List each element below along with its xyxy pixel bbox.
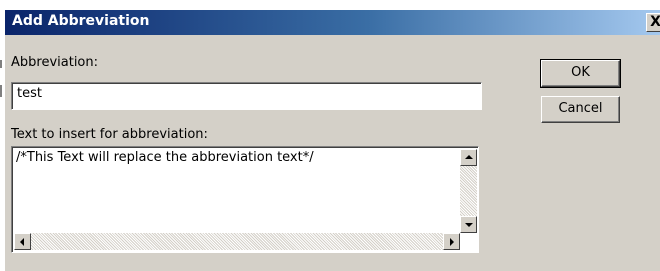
abbreviation-input-value: test xyxy=(17,86,42,101)
background-edge-mark xyxy=(0,85,2,97)
dialog-title: Add Abbreviation xyxy=(12,13,150,29)
scroll-down-button[interactable] xyxy=(460,216,477,233)
title-bar[interactable]: Add Abbreviation X xyxy=(5,10,660,35)
cancel-button[interactable]: Cancel xyxy=(541,96,620,123)
scroll-left-button[interactable] xyxy=(14,233,31,250)
arrow-left-icon xyxy=(20,238,24,246)
close-button[interactable]: X xyxy=(646,13,660,32)
scroll-up-button[interactable] xyxy=(460,149,477,166)
background-edge-mark xyxy=(0,60,2,68)
insert-text-value: /*This Text will replace the abbreviatio… xyxy=(16,150,314,165)
insert-text-label: Text to insert for abbreviation: xyxy=(11,127,208,142)
arrow-right-icon xyxy=(450,238,454,246)
abbreviation-input[interactable]: test xyxy=(11,82,482,110)
close-icon: X xyxy=(650,14,660,30)
ok-button[interactable]: OK xyxy=(540,59,621,88)
abbreviation-label: Abbreviation: xyxy=(11,55,99,70)
arrow-down-icon xyxy=(465,223,473,227)
horizontal-scrollbar[interactable] xyxy=(14,233,460,250)
arrow-up-icon xyxy=(465,155,473,159)
add-abbreviation-dialog: Add Abbreviation X Abbreviation: test Te… xyxy=(5,10,660,271)
scroll-right-button[interactable] xyxy=(443,233,460,250)
insert-text-area[interactable]: /*This Text will replace the abbreviatio… xyxy=(11,146,479,253)
